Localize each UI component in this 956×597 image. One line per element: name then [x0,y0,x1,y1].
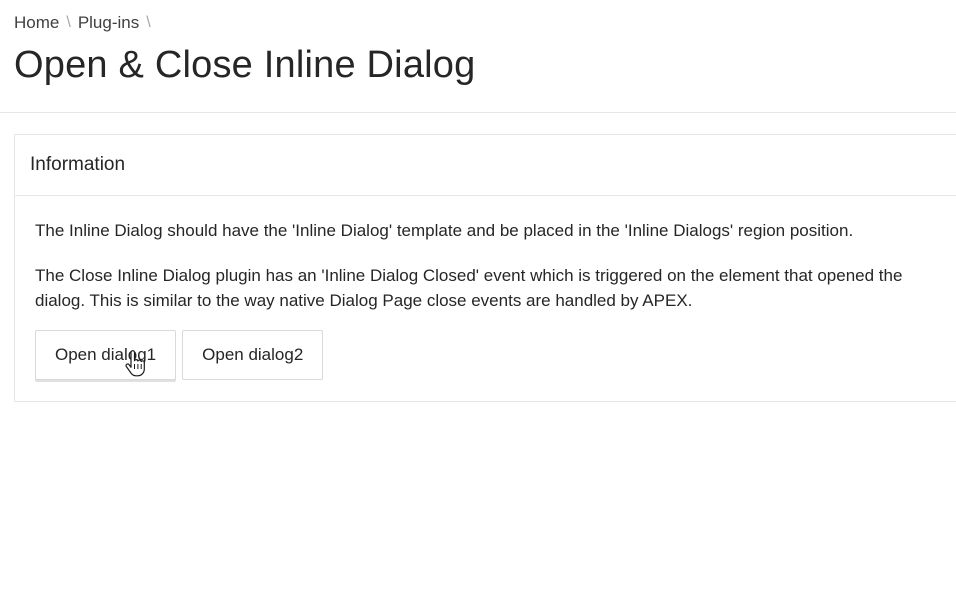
info-paragraph-2: The Close Inline Dialog plugin has an 'I… [35,266,903,310]
page: Home \ Plug-ins \ Open & Close Inline Di… [0,0,956,597]
breadcrumb: Home \ Plug-ins \ [14,11,942,35]
open-dialog2-button[interactable]: Open dialog2 [182,330,324,380]
page-header: Home \ Plug-ins \ Open & Close Inline Di… [0,0,956,113]
region-body: The Inline Dialog should have the 'Inlin… [15,196,956,380]
breadcrumb-separator: \ [66,14,71,31]
breadcrumb-item-plug-ins[interactable]: Plug-ins [78,13,139,33]
page-title: Open & Close Inline Dialog [14,44,476,86]
breadcrumb-item-home[interactable]: Home [14,13,59,33]
open-dialog1-button[interactable]: Open dialog1 [35,330,177,380]
button-group: Open dialog1 Open dialog2 [35,330,953,380]
region-title: Information [30,154,126,175]
info-paragraph-1: The Inline Dialog should have the 'Inlin… [35,221,854,240]
region-header: Information [15,135,956,196]
breadcrumb-separator: \ [146,14,151,31]
information-region: Information The Inline Dialog should hav… [14,134,956,402]
